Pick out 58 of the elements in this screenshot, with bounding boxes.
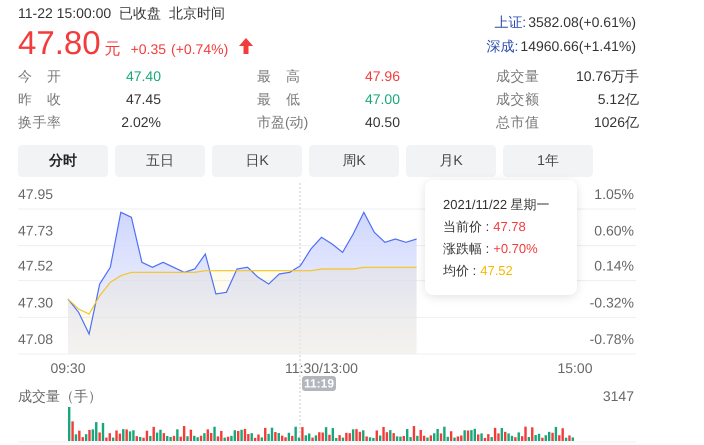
stat-label: 昨 收 — [18, 90, 61, 109]
timezone-label: 北京时间 — [169, 4, 226, 22]
tooltip-label: 当前价 : — [443, 218, 490, 236]
percent-axis-label: -0.32% — [590, 294, 634, 310]
chart-tab[interactable]: 周K — [309, 145, 399, 177]
y-axis-label: 47.30 — [18, 294, 54, 310]
chart-tab[interactable]: 五日 — [115, 145, 205, 177]
price-change: +0.35 — [130, 41, 166, 57]
stat-label: 最 低 — [257, 90, 300, 109]
index-name[interactable]: 上证: — [494, 14, 526, 32]
percent-axis-label: 0.14% — [594, 258, 634, 274]
tooltip-date: 2021/11/22 星期一 — [443, 196, 551, 214]
tooltip-value: 47.78 — [493, 218, 526, 236]
stat-label: 市盈(动) — [257, 113, 308, 132]
tooltip-value: +0.70% — [493, 240, 538, 258]
x-axis-label: 09:30 — [50, 360, 86, 376]
y-axis-label: 47.52 — [18, 258, 54, 274]
stat-label: 成交量 — [496, 67, 539, 86]
tooltip-label: 涨跌幅 : — [443, 240, 490, 258]
y-axis-label: 47.73 — [18, 222, 54, 239]
stat-label: 总市值 — [496, 113, 539, 132]
stat-value: 47.00 — [364, 90, 400, 109]
stat-value: 47.96 — [364, 67, 400, 86]
stat-value: 47.45 — [126, 90, 161, 109]
stat-label: 成交额 — [496, 90, 539, 109]
chart-tab[interactable]: 分时 — [18, 145, 108, 177]
quote-datetime: 11-22 15:00:00 — [18, 4, 112, 22]
tooltip-label: 均价 : — [443, 262, 476, 280]
stat-value: 40.50 — [364, 113, 400, 132]
chart-tab[interactable]: 月K — [406, 145, 496, 177]
percent-axis-label: 1.05% — [594, 186, 634, 202]
current-price: 47.80 — [18, 24, 101, 62]
y-axis-label: 47.95 — [18, 186, 54, 202]
price-unit: 元 — [104, 40, 121, 60]
crosshair-time-tag: 11:19 — [302, 376, 336, 391]
index-name[interactable]: 深成: — [486, 38, 518, 56]
stat-value: 47.40 — [126, 67, 161, 86]
percent-axis-label: -0.78% — [590, 331, 634, 347]
volume-max-label: 3147 — [602, 388, 634, 404]
stat-value: 10.76万手 — [576, 67, 639, 86]
index-value: 3582.08(+0.61%) — [528, 14, 636, 32]
stat-label: 最 高 — [257, 67, 300, 86]
chart-tab[interactable]: 1年 — [503, 145, 593, 177]
stat-value: 5.12亿 — [598, 90, 639, 109]
x-axis-label: 11:30/13:00 — [285, 360, 358, 376]
stat-label: 今 开 — [18, 67, 61, 86]
stat-value: 1026亿 — [594, 113, 639, 132]
chart-tab[interactable]: 日K — [212, 145, 302, 177]
y-axis-label: 47.08 — [18, 331, 54, 347]
stat-value: 2.02% — [121, 113, 161, 132]
stat-label: 换手率 — [18, 113, 61, 132]
percent-axis-label: 0.60% — [594, 222, 634, 239]
tooltip-value: 47.52 — [480, 262, 513, 280]
volume-label: 成交量（手） — [18, 388, 102, 404]
price-change-percent: (+0.74%) — [171, 41, 228, 57]
index-value: 14960.66(+1.41%) — [520, 38, 636, 56]
market-status: 已收盘 — [119, 4, 162, 22]
x-axis-label: 15:00 — [557, 360, 593, 376]
